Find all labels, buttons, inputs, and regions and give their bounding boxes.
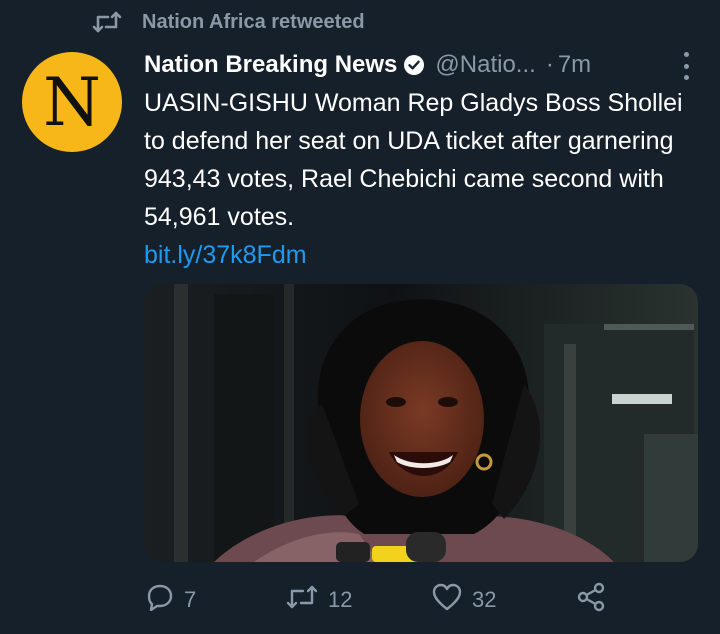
- reply-icon: [146, 583, 174, 617]
- reply-count: 7: [184, 587, 197, 612]
- separator-dot: ·: [545, 51, 554, 78]
- retweet-action-icon: [286, 585, 318, 615]
- tweet-body: UASIN-GISHU Woman Rep Gladys Boss Sholle…: [144, 84, 684, 274]
- share-button[interactable]: [576, 582, 606, 618]
- photo-image: [144, 284, 698, 562]
- retweet-count: 12: [328, 587, 353, 612]
- verified-badge-icon: [403, 54, 425, 76]
- tweet-link[interactable]: bit.ly/37k8Fdm: [144, 236, 684, 274]
- retweet-icon: [92, 10, 122, 34]
- retweet-label: Nation Africa retweeted: [142, 10, 365, 33]
- avatar[interactable]: N: [22, 52, 122, 152]
- author-handle[interactable]: @Natio...: [435, 51, 535, 79]
- tweet-text: UASIN-GISHU Woman Rep Gladys Boss Sholle…: [144, 89, 683, 231]
- retweet-header[interactable]: Nation Africa retweeted: [92, 8, 365, 36]
- avatar-letter: N: [43, 64, 101, 141]
- reply-button[interactable]: 7: [146, 583, 196, 617]
- like-button[interactable]: 32: [432, 583, 496, 617]
- tweet-actions: 7 12 32: [144, 582, 624, 618]
- tweet-header: Nation Breaking News @Natio... · 7m: [144, 48, 704, 82]
- author-name[interactable]: Nation Breaking News: [144, 51, 397, 79]
- tweet-photo[interactable]: [144, 284, 698, 562]
- heart-icon: [432, 583, 462, 617]
- tweet-time[interactable]: 7m: [558, 51, 591, 79]
- share-icon: [576, 582, 606, 618]
- more-options-icon[interactable]: [680, 52, 692, 80]
- like-count: 32: [472, 587, 497, 612]
- retweet-button[interactable]: 12: [286, 583, 352, 617]
